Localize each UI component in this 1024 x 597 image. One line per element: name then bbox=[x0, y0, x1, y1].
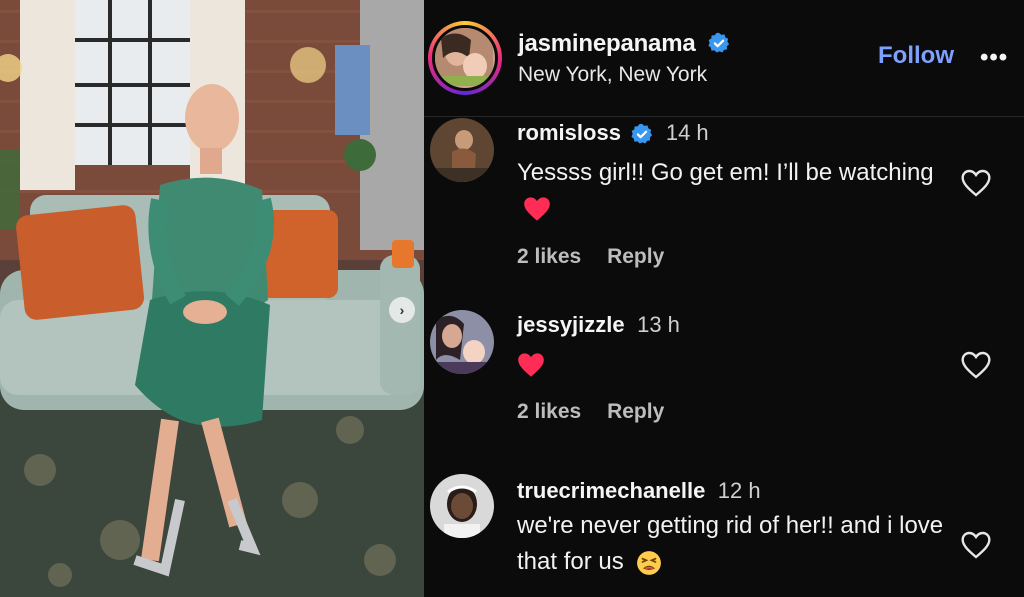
comment-username[interactable]: truecrimechanelle bbox=[517, 478, 705, 503]
comment-likes[interactable]: 2 likes bbox=[517, 245, 581, 268]
comments-panel: jasminepanama New York, New York Follow … bbox=[424, 0, 1024, 597]
comment-body: romisloss 14 h Yessss girl!! Go get em! … bbox=[517, 120, 957, 269]
reply-button[interactable]: Reply bbox=[607, 400, 664, 423]
comment-text-content: we're never getting rid of her!! and i l… bbox=[517, 512, 944, 575]
post-header: jasminepanama New York, New York Follow … bbox=[424, 0, 1024, 116]
comment-avatar[interactable] bbox=[430, 474, 494, 538]
follow-button[interactable]: Follow bbox=[878, 42, 954, 70]
comment-time: 12 h bbox=[717, 478, 761, 503]
header-divider bbox=[424, 116, 1024, 117]
heart-outline-icon[interactable] bbox=[960, 168, 992, 198]
comment-time: 13 h bbox=[637, 312, 680, 337]
comment-meta: 2 likes Reply bbox=[517, 245, 957, 269]
verified-badge-icon bbox=[708, 32, 730, 53]
author-avatar[interactable] bbox=[428, 21, 502, 95]
comment-text-content: Yessss girl!! Go get em! I’ll be watchin… bbox=[517, 158, 934, 186]
comment-username[interactable]: romisloss bbox=[517, 120, 621, 145]
avatar-photo bbox=[430, 474, 494, 538]
verified-badge-icon bbox=[631, 123, 653, 144]
comment-body: jessyjizzle 13 h 2 likes Reply bbox=[517, 312, 957, 424]
carousel-next-button[interactable]: › bbox=[389, 297, 415, 323]
reply-button[interactable]: Reply bbox=[607, 245, 664, 268]
post-location[interactable]: New York, New York bbox=[518, 63, 707, 87]
comment-likes[interactable]: 2 likes bbox=[517, 400, 581, 423]
comment-avatar[interactable] bbox=[430, 310, 494, 374]
tired-face-emoji-icon bbox=[637, 550, 662, 575]
comment-body: truecrimechanelle 12 h we're never getti… bbox=[517, 478, 957, 580]
red-heart-emoji-icon bbox=[524, 197, 550, 222]
avatar-photo bbox=[435, 28, 493, 86]
heart-outline-icon[interactable] bbox=[960, 350, 992, 380]
author-username[interactable]: jasminepanama bbox=[518, 30, 730, 58]
comment-meta: 2 likes Reply bbox=[517, 400, 957, 424]
avatar-photo bbox=[430, 310, 494, 374]
comment-text bbox=[517, 346, 957, 382]
comment-text: Yessss girl!! Go get em! I’ll be watchin… bbox=[517, 155, 957, 227]
author-username-text[interactable]: jasminepanama bbox=[518, 30, 696, 57]
red-heart-emoji-icon bbox=[518, 352, 544, 377]
comment-avatar[interactable] bbox=[430, 118, 494, 182]
comment-username[interactable]: jessyjizzle bbox=[517, 312, 625, 337]
photo-illustration bbox=[0, 0, 424, 597]
more-options-button[interactable]: ••• bbox=[980, 44, 1008, 72]
heart-outline-icon[interactable] bbox=[960, 530, 992, 560]
post-photo[interactable]: › bbox=[0, 0, 424, 597]
avatar-photo bbox=[430, 118, 494, 182]
comment-time: 14 h bbox=[665, 120, 709, 145]
comment-text: we're never getting rid of her!! and i l… bbox=[517, 508, 957, 580]
